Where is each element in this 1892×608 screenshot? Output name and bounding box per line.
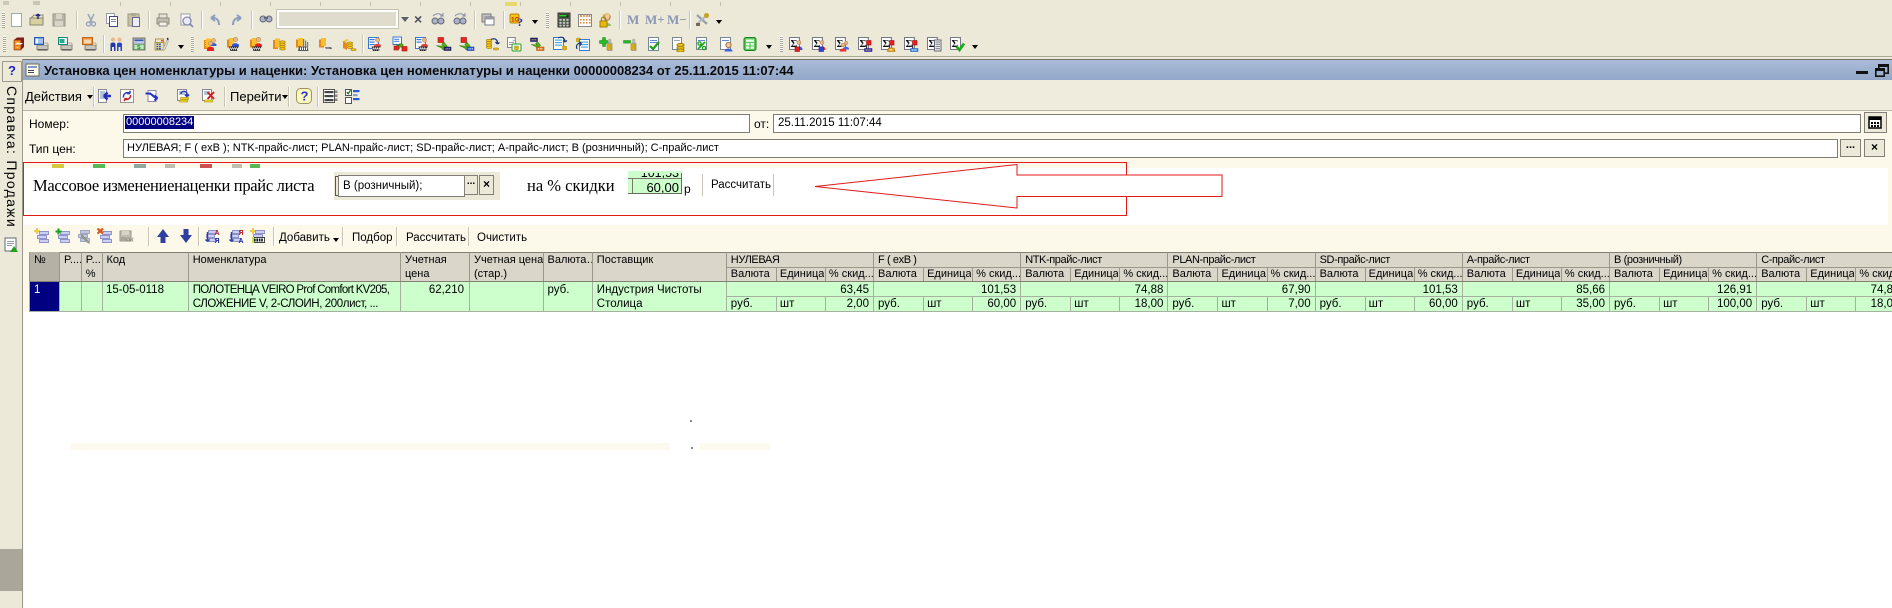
svg-text:?: ?: [301, 89, 309, 104]
svg-text:ОК: ОК: [126, 238, 134, 244]
svg-text:Я: Я: [215, 238, 220, 244]
svg-text:А: А: [215, 230, 220, 237]
svg-text:?: ?: [517, 15, 523, 28]
svg-text:А: А: [239, 238, 244, 244]
svg-text:S: S: [137, 45, 141, 51]
svg-text:Я: Я: [239, 230, 244, 237]
